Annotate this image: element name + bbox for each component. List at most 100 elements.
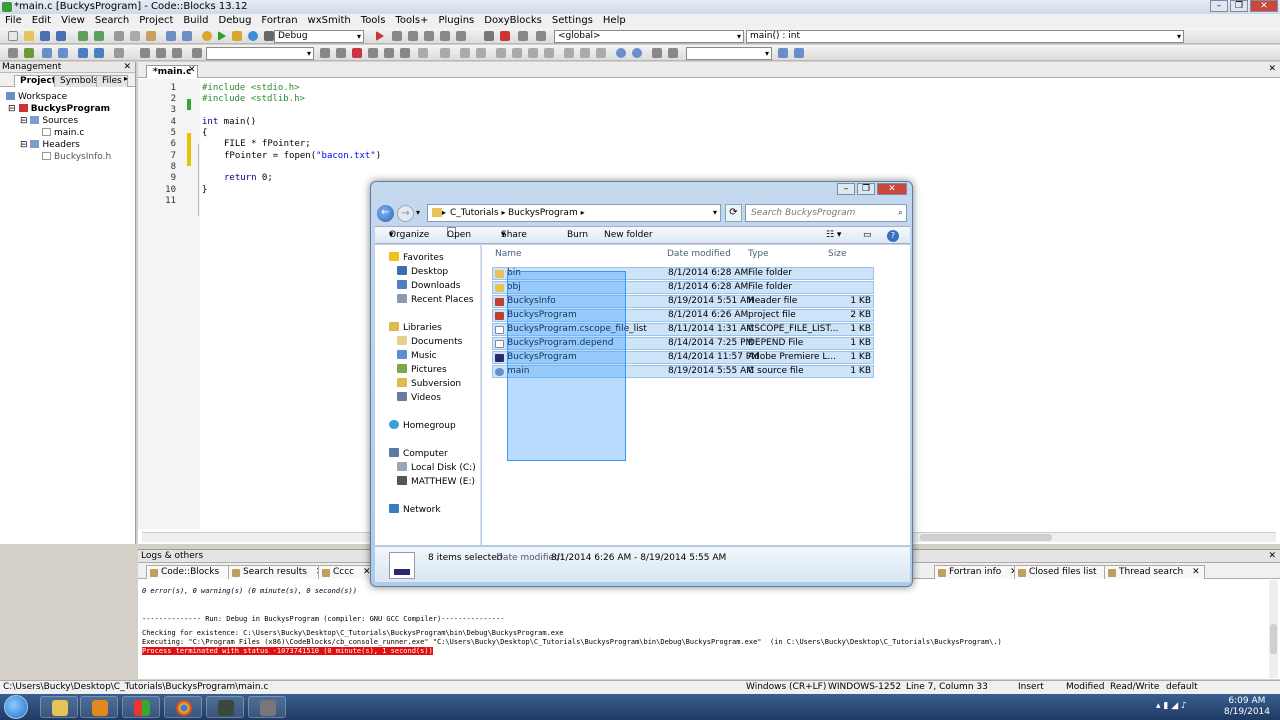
view-options-icon[interactable]: ☷ ▾ [826,227,841,244]
tree-workspace[interactable]: Workspace [6,92,67,103]
resize-icon[interactable] [580,48,590,58]
close-icon[interactable]: ✕ [123,62,131,73]
nav-forward-icon[interactable] [156,48,166,58]
save-icon[interactable] [40,31,50,41]
debug-info-icon[interactable] [536,31,546,41]
taskbar-clock[interactable]: 6:09 AM 8/19/2014 [1224,696,1270,718]
build-target-select[interactable]: Debug [274,30,364,43]
zoom-in-icon[interactable] [616,48,626,58]
menu-tools[interactable]: Tools [356,15,391,26]
chm-icon[interactable] [114,48,124,58]
tab-files[interactable]: Files [96,75,128,87]
search-input[interactable]: Search BuckysProgram ⌕ [745,204,907,222]
menu-settings[interactable]: Settings [547,15,598,26]
menu-debug[interactable]: Debug [214,15,257,26]
burn-button[interactable]: Burn [567,227,588,244]
doxy-line-icon[interactable] [58,48,68,58]
refresh-icon[interactable] [668,48,678,58]
menu-view[interactable]: View [56,15,90,26]
menu-doxyblocks[interactable]: DoxyBlocks [479,15,547,26]
nav-desktop[interactable]: Desktop [397,266,448,278]
space-icon[interactable] [564,48,574,58]
build-and-run-icon[interactable] [232,31,242,41]
menu-help[interactable]: Help [598,15,631,26]
maximize-button[interactable]: ❐ [1230,0,1248,12]
undo-icon[interactable] [78,31,88,41]
taskbar-chrome[interactable] [164,696,202,718]
search-combo[interactable] [206,47,314,60]
nav-recent-places[interactable]: Recent Places [397,294,474,306]
history-dropdown-icon[interactable]: ▾ [416,208,420,217]
step-into-icon[interactable] [424,31,434,41]
redo-icon[interactable] [94,31,104,41]
pause-icon[interactable] [484,31,494,41]
help-icon[interactable]: ? [887,230,899,242]
nav-next-icon[interactable] [172,48,182,58]
align-right-icon[interactable] [476,48,486,58]
scope-select[interactable]: <global> [554,30,744,43]
run-icon[interactable] [218,31,226,41]
taskbar-explorer[interactable] [40,696,78,718]
tree-project[interactable]: ⊟ BuckysProgram [8,104,110,115]
tab-search-results[interactable]: Search results ✕ [228,565,329,579]
zoom-out-icon[interactable] [632,48,642,58]
nav-subversion[interactable]: Subversion [397,378,461,390]
toggle-comment-icon[interactable] [8,48,18,58]
nav-computer[interactable]: Computer [389,448,448,460]
symbol-options-icon[interactable] [794,48,804,58]
fit-icon[interactable] [596,48,606,58]
organize-button[interactable]: Organize ▾ [389,227,429,244]
nav-back-icon[interactable] [140,48,150,58]
taskbar-codeblocks[interactable] [122,696,160,718]
vertical-scrollbar[interactable] [1269,580,1278,678]
menu-file[interactable]: File [0,15,27,26]
align-top-icon[interactable] [496,48,506,58]
tree-headers[interactable]: ⊟ Headers [20,140,80,151]
search-toggle-icon[interactable] [192,48,202,58]
tab-thread-search[interactable]: Thread search ✕ [1104,565,1205,579]
tray-icons[interactable]: ▴ ▮ ◢ ♪ [1156,701,1187,711]
menu-build[interactable]: Build [178,15,213,26]
new-file-icon[interactable] [8,31,18,41]
scrollbar-thumb[interactable] [1270,624,1277,654]
search-prev-icon[interactable] [320,48,330,58]
tree-header-file[interactable]: BuckysInfo.h [42,152,111,163]
tab-cccc[interactable]: Cccc ✕ [318,565,376,579]
close-button[interactable]: ✕ [877,183,907,195]
jump-icon[interactable] [24,48,34,58]
minimize-button[interactable]: – [837,183,855,195]
column-name[interactable]: Name [495,249,522,259]
search-next-icon[interactable] [336,48,346,58]
next-line-icon[interactable] [408,31,418,41]
taskbar-media-player[interactable] [80,696,118,718]
menu-edit[interactable]: Edit [27,15,56,26]
nav-libraries[interactable]: Libraries [389,322,442,334]
menu-search[interactable]: Search [90,15,134,26]
open-icon[interactable] [24,31,34,41]
nav-local-disk[interactable]: Local Disk (C:) [397,462,476,474]
nav-matthew-drive[interactable]: MATTHEW (E:) [397,476,475,488]
tree-sources[interactable]: ⊟ Sources [20,116,78,127]
replace-icon[interactable] [182,31,192,41]
address-dropdown-icon[interactable]: ▾ [713,205,717,221]
refresh-icon[interactable]: ⟳ [725,204,742,222]
doxy-comment-icon[interactable] [42,48,52,58]
nav-favorites[interactable]: Favorites [389,252,444,264]
start-button[interactable] [4,695,28,719]
search-icon[interactable]: ⌕ [898,205,903,221]
step-out-icon[interactable] [440,31,450,41]
taskbar-tool[interactable] [248,696,286,718]
align-center-icon[interactable] [528,48,538,58]
minimize-button[interactable]: – [1210,0,1228,12]
address-bar[interactable]: ▸ C_Tutorials ▸ BuckysProgram ▸ ▾ [427,204,721,222]
group-icon[interactable] [544,48,554,58]
abort-icon[interactable] [264,31,274,41]
tab-scroll-icon[interactable]: ▸ [124,74,128,83]
column-type[interactable]: Type [748,249,769,259]
column-date-modified[interactable]: Date modified [667,249,731,259]
nav-homegroup[interactable]: Homegroup [389,420,456,432]
nav-music[interactable]: Music [397,350,437,362]
close-icon[interactable]: ✕ [1268,64,1276,74]
menu-tools-plus[interactable]: Tools+ [390,15,433,26]
column-size[interactable]: Size [828,249,846,259]
